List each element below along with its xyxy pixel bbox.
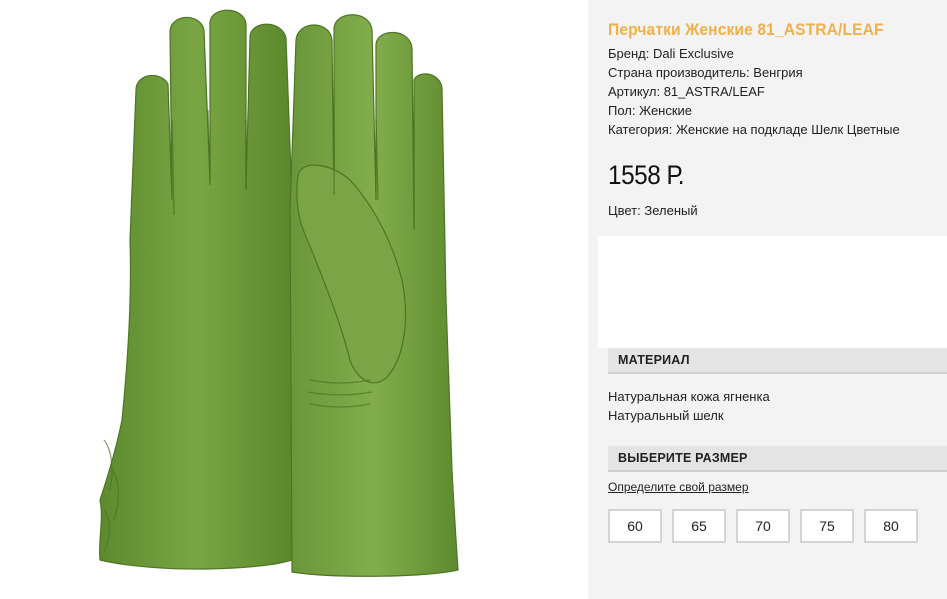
size-option-80[interactable]: 80 [864,509,918,543]
size-option-60[interactable]: 60 [608,509,662,543]
material-header: МАТЕРИАЛ [608,348,947,374]
material-item-1: Натуральная кожа ягненка [608,389,770,404]
size-options: 60 65 70 75 80 [608,509,918,543]
gloves-photo-icon [98,9,459,577]
category-text: Категория: Женские на подкладе Шелк Цвет… [608,122,900,137]
product-image[interactable] [0,0,588,580]
material-item-2: Натуральный шелк [608,408,724,423]
gender-text: Пол: Женские [608,103,693,118]
product-title: Перчатки Женские 81_ASTRA/LEAF [608,20,884,39]
country-text: Страна производитель: Венгрия [608,65,803,80]
size-option-70[interactable]: 70 [736,509,790,543]
image-bottom-strip [0,580,588,599]
size-option-65[interactable]: 65 [672,509,726,543]
article-text: Артикул: 81_ASTRA/LEAF [608,84,765,99]
left-glove-shape [98,9,293,570]
blank-area [598,236,947,348]
size-guide-link[interactable]: Определите свой размер [608,480,749,494]
product-page: Перчатки Женские 81_ASTRA/LEAF Бренд: Da… [0,0,947,599]
product-price: 1558 Р. [608,160,685,190]
brand-text: Бренд: Dali Exclusive [608,46,734,61]
size-header: ВЫБЕРИТЕ РАЗМЕР [608,446,947,472]
color-text: Цвет: Зеленый [608,203,698,218]
product-info-panel: Перчатки Женские 81_ASTRA/LEAF Бренд: Da… [588,0,947,599]
size-option-75[interactable]: 75 [800,509,854,543]
